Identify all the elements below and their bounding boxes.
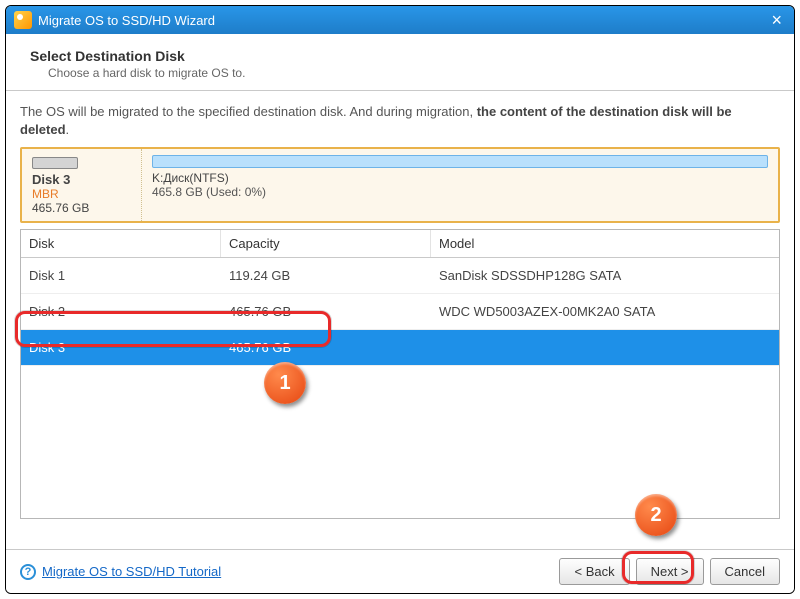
help-icon: ? [20, 564, 36, 580]
cell-disk: Disk 2 [21, 294, 221, 329]
disk-icon [32, 157, 78, 169]
cell-disk: Disk 3 [21, 330, 221, 365]
page-title: Select Destination Disk [30, 48, 770, 64]
cell-model: WDC WD5003AZEX-00MK2A0 SATA [431, 294, 779, 329]
app-icon [14, 11, 32, 29]
col-model[interactable]: Model [431, 230, 779, 257]
cell-capacity: 119.24 GB [221, 258, 431, 293]
table-row[interactable]: Disk 3465.76 GB [21, 330, 779, 366]
cell-capacity: 465.76 GB [221, 330, 431, 365]
table-header: Disk Capacity Model [21, 230, 779, 258]
next-button[interactable]: Next > [636, 558, 704, 585]
selected-disk-info: Disk 3 MBR 465.76 GB [22, 149, 142, 221]
header-section: Select Destination Disk Choose a hard di… [6, 34, 794, 91]
selected-disk-type: MBR [32, 187, 131, 201]
warning-pre: The OS will be migrated to the specified… [20, 104, 477, 119]
table-body: Disk 1119.24 GBSanDisk SDSSDHP128G SATAD… [21, 258, 779, 518]
partition-label: K:Диск(NTFS) [152, 171, 768, 185]
col-disk[interactable]: Disk [21, 230, 221, 257]
selected-disk-name: Disk 3 [32, 172, 131, 187]
selected-disk-partition: K:Диск(NTFS) 465.8 GB (Used: 0%) [142, 149, 778, 221]
window-title: Migrate OS to SSD/HD Wizard [38, 13, 767, 28]
help-link[interactable]: Migrate OS to SSD/HD Tutorial [42, 564, 221, 579]
page-subtitle: Choose a hard disk to migrate OS to. [48, 66, 770, 80]
col-capacity[interactable]: Capacity [221, 230, 431, 257]
table-row[interactable]: Disk 1119.24 GBSanDisk SDSSDHP128G SATA [21, 258, 779, 294]
titlebar: Migrate OS to SSD/HD Wizard × [6, 6, 794, 34]
cancel-button[interactable]: Cancel [710, 558, 780, 585]
selected-disk-size: 465.76 GB [32, 201, 131, 215]
cell-model [431, 330, 779, 365]
partition-size: 465.8 GB (Used: 0%) [152, 185, 768, 199]
selected-disk-panel: Disk 3 MBR 465.76 GB K:Диск(NTFS) 465.8 … [20, 147, 780, 223]
warning-text: The OS will be migrated to the specified… [6, 91, 794, 147]
cell-disk: Disk 1 [21, 258, 221, 293]
footer-bar: ? Migrate OS to SSD/HD Tutorial < Back N… [6, 549, 794, 593]
table-row[interactable]: Disk 2465.76 GBWDC WD5003AZEX-00MK2A0 SA… [21, 294, 779, 330]
usage-bar [152, 155, 768, 168]
disk-table: Disk Capacity Model Disk 1119.24 GBSanDi… [20, 229, 780, 519]
cell-model: SanDisk SDSSDHP128G SATA [431, 258, 779, 293]
back-button[interactable]: < Back [559, 558, 629, 585]
close-icon[interactable]: × [767, 10, 786, 31]
cell-capacity: 465.76 GB [221, 294, 431, 329]
